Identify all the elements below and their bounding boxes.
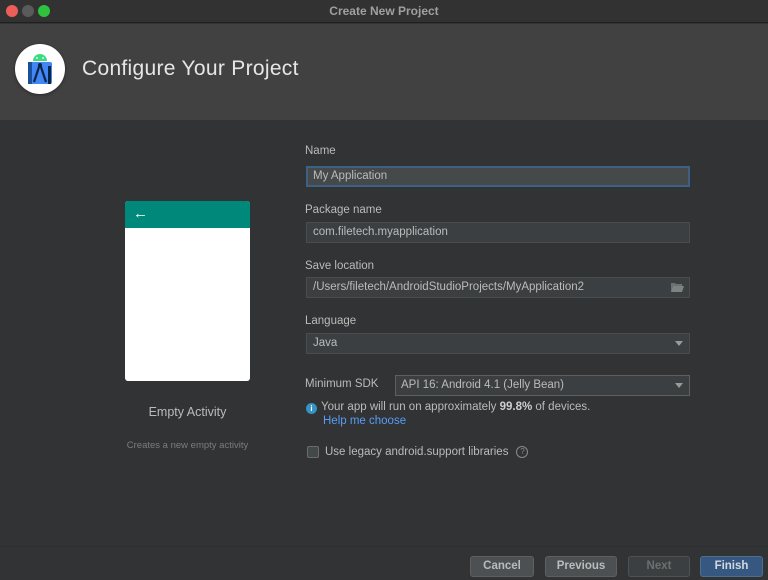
save-location-value: /Users/filetech/AndroidStudioProjects/My… (313, 281, 585, 293)
legacy-libraries-label[interactable]: Use legacy android.support libraries (325, 446, 508, 458)
wizard-header: Configure Your Project (0, 24, 768, 120)
legacy-libraries-option[interactable]: Use legacy android.support libraries ? (307, 446, 529, 458)
template-description: Creates a new empty activity (126, 440, 249, 451)
language-label: Language (305, 315, 357, 327)
finish-button[interactable]: Finish (700, 556, 763, 577)
name-label: Name (305, 145, 336, 157)
coverage-percent: 99.8% (499, 401, 533, 413)
back-arrow-icon: ← (133, 205, 148, 222)
chevron-down-icon (675, 383, 683, 388)
language-select[interactable]: Java (306, 333, 690, 354)
title-bar: Create New Project (0, 0, 768, 23)
chevron-down-icon (675, 341, 683, 346)
folder-icon[interactable] (671, 282, 684, 292)
package-name-label: Package name (305, 204, 382, 216)
info-icon: i (306, 403, 317, 414)
device-coverage-info: i Your app will run on approximately 99.8… (306, 401, 590, 414)
help-icon[interactable]: ? (516, 446, 529, 458)
minimum-sdk-select[interactable]: API 16: Android 4.1 (Jelly Bean) (395, 375, 690, 396)
previous-button[interactable]: Previous (545, 556, 617, 577)
package-name-input[interactable]: com.filetech.myapplication (306, 222, 690, 243)
next-button[interactable]: Next (628, 556, 690, 577)
language-value: Java (313, 337, 338, 349)
save-location-input[interactable]: /Users/filetech/AndroidStudioProjects/My… (306, 277, 690, 298)
activity-preview: ← (125, 201, 250, 381)
template-name: Empty Activity (148, 405, 227, 419)
page-title: Configure Your Project (82, 57, 299, 80)
name-input[interactable]: My Application (306, 166, 690, 187)
help-me-choose-link[interactable]: Help me choose (323, 415, 406, 427)
footer-divider (0, 546, 768, 547)
info-suffix: of devices. (532, 401, 591, 413)
minimum-sdk-label: Minimum SDK (305, 378, 379, 390)
minimum-sdk-value: API 16: Android 4.1 (Jelly Bean) (401, 379, 565, 391)
info-prefix: Your app will run on approximately (321, 401, 500, 413)
window-title: Create New Project (329, 4, 439, 18)
legacy-libraries-checkbox[interactable] (307, 446, 319, 458)
android-studio-logo-icon (15, 44, 65, 94)
preview-app-bar: ← (125, 201, 250, 228)
cancel-button[interactable]: Cancel (470, 556, 534, 577)
save-location-label: Save location (305, 260, 375, 272)
